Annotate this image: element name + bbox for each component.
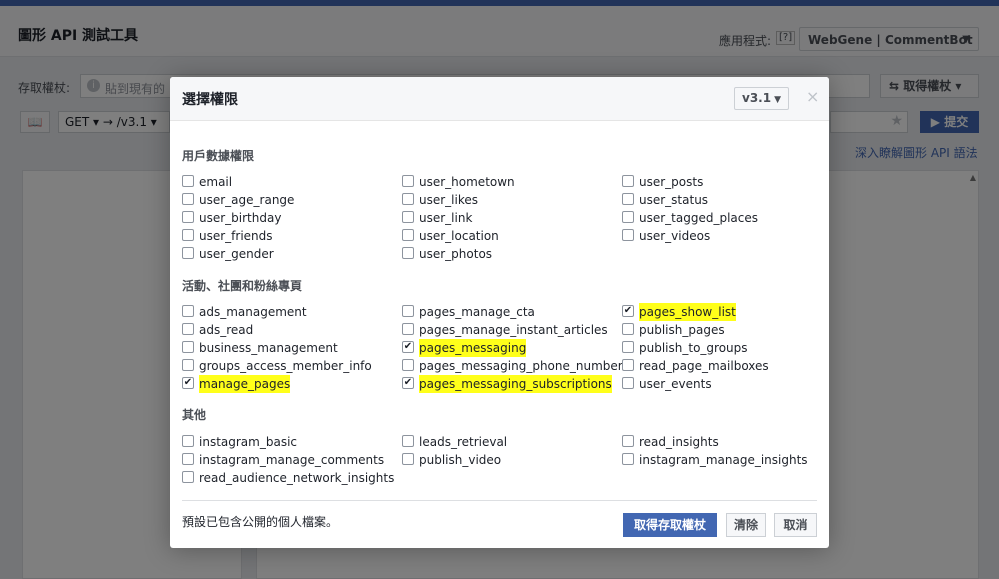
permission-label: user_videos [639, 229, 711, 243]
checkbox-unchecked-icon[interactable] [402, 305, 414, 317]
permission-label: publish_pages [639, 323, 725, 337]
checkbox-unchecked-icon[interactable] [402, 211, 414, 223]
permission-label: user_location [419, 229, 499, 243]
checkbox-unchecked-icon[interactable] [182, 211, 194, 223]
permission-label: read_audience_network_insights [199, 471, 395, 485]
permission-label: manage_pages [199, 375, 291, 393]
divider [182, 500, 817, 501]
checkbox-unchecked-icon[interactable] [402, 453, 414, 465]
checkbox-unchecked-icon[interactable] [622, 435, 634, 447]
permission-label: leads_retrieval [419, 435, 508, 449]
checkbox-checked-icon[interactable]: ✔ [402, 377, 414, 389]
checkbox-unchecked-icon[interactable] [182, 359, 194, 371]
dialog-title: 選擇權限 [182, 92, 238, 108]
dialog-header: 選擇權限 v3.1 ▼ × [170, 77, 829, 121]
permission-label: read_page_mailboxes [639, 359, 769, 373]
permission-label: business_management [199, 341, 338, 355]
permission-label: user_link [419, 211, 473, 225]
checkbox-unchecked-icon[interactable] [182, 305, 194, 317]
checkbox-unchecked-icon[interactable] [402, 435, 414, 447]
checkbox-unchecked-icon[interactable] [182, 247, 194, 259]
checkbox-unchecked-icon[interactable] [622, 211, 634, 223]
permission-label: email [199, 175, 233, 189]
checkbox-checked-icon[interactable]: ✔ [622, 305, 634, 317]
permission-label: publish_to_groups [639, 341, 748, 355]
footer-note: 預設已包含公開的個人檔案。 [182, 515, 339, 529]
checkbox-unchecked-icon[interactable] [622, 323, 634, 335]
checkbox-unchecked-icon[interactable] [182, 193, 194, 205]
permission-label: pages_manage_instant_articles [419, 323, 608, 337]
checkbox-unchecked-icon[interactable] [622, 193, 634, 205]
permission-label: instagram_manage_comments [199, 453, 385, 467]
checkbox-unchecked-icon[interactable] [622, 377, 634, 389]
checkbox-unchecked-icon[interactable] [622, 341, 634, 353]
checkbox-checked-icon[interactable]: ✔ [402, 341, 414, 353]
close-icon[interactable]: × [806, 88, 819, 106]
permission-label: user_hometown [419, 175, 515, 189]
permission-label: read_insights [639, 435, 719, 449]
version-selector[interactable]: v3.1 ▼ [734, 87, 789, 110]
permission-label: user_birthday [199, 211, 282, 225]
permission-label: pages_messaging_subscriptions [419, 375, 612, 393]
permission-label: pages_messaging [419, 339, 527, 357]
checkbox-unchecked-icon[interactable] [402, 229, 414, 241]
checkbox-unchecked-icon[interactable] [182, 323, 194, 335]
chevron-down-icon: ▼ [774, 95, 782, 105]
permission-label: user_photos [419, 247, 493, 261]
permissions-dialog: 選擇權限 v3.1 ▼ × 用戶數據權限 活動、社團和粉絲專頁 其他 email u… [170, 77, 829, 548]
checkbox-unchecked-icon[interactable] [622, 229, 634, 241]
checkbox-unchecked-icon[interactable] [182, 175, 194, 187]
permission-label: instagram_basic [199, 435, 297, 449]
checkbox-unchecked-icon[interactable] [622, 175, 634, 187]
checkbox-checked-icon[interactable]: ✔ [182, 377, 194, 389]
permission-label: groups_access_member_info [199, 359, 372, 373]
permission-label: ads_management [199, 305, 307, 319]
get-access-token-button[interactable]: 取得存取權杖 [623, 513, 717, 537]
permission-label: pages_show_list [639, 303, 736, 321]
clear-button[interactable]: 清除 [726, 513, 766, 537]
permission-label: ads_read [199, 323, 254, 337]
permission-label: publish_video [419, 453, 502, 467]
permission-label: user_status [639, 193, 709, 207]
permission-label: user_likes [419, 193, 478, 207]
permission-label: user_posts [639, 175, 704, 189]
version-value: v3.1 [742, 91, 772, 105]
section-title-user-data: 用戶數據權限 [182, 149, 255, 163]
permission-label: pages_messaging_phone_number [419, 359, 623, 373]
checkbox-unchecked-icon[interactable] [182, 341, 194, 353]
permission-label: user_events [639, 377, 712, 391]
checkbox-unchecked-icon[interactable] [182, 229, 194, 241]
permission-label: instagram_manage_insights [639, 453, 808, 467]
permission-label: user_tagged_places [639, 211, 759, 225]
section-title-events-groups-pages: 活動、社團和粉絲專頁 [182, 279, 303, 293]
checkbox-unchecked-icon[interactable] [402, 175, 414, 187]
checkbox-unchecked-icon[interactable] [402, 247, 414, 259]
checkbox-unchecked-icon[interactable] [182, 435, 194, 447]
checkbox-unchecked-icon[interactable] [402, 323, 414, 335]
checkbox-unchecked-icon[interactable] [622, 359, 634, 371]
permission-label: user_age_range [199, 193, 295, 207]
checkbox-unchecked-icon[interactable] [182, 471, 194, 483]
section-title-other: 其他 [182, 408, 207, 422]
cancel-button[interactable]: 取消 [774, 513, 817, 537]
checkbox-unchecked-icon[interactable] [622, 453, 634, 465]
permission-label: pages_manage_cta [419, 305, 535, 319]
checkbox-unchecked-icon[interactable] [402, 359, 414, 371]
checkbox-unchecked-icon[interactable] [182, 453, 194, 465]
checkbox-unchecked-icon[interactable] [402, 193, 414, 205]
permission-label: user_gender [199, 247, 274, 261]
permission-label: user_friends [199, 229, 273, 243]
